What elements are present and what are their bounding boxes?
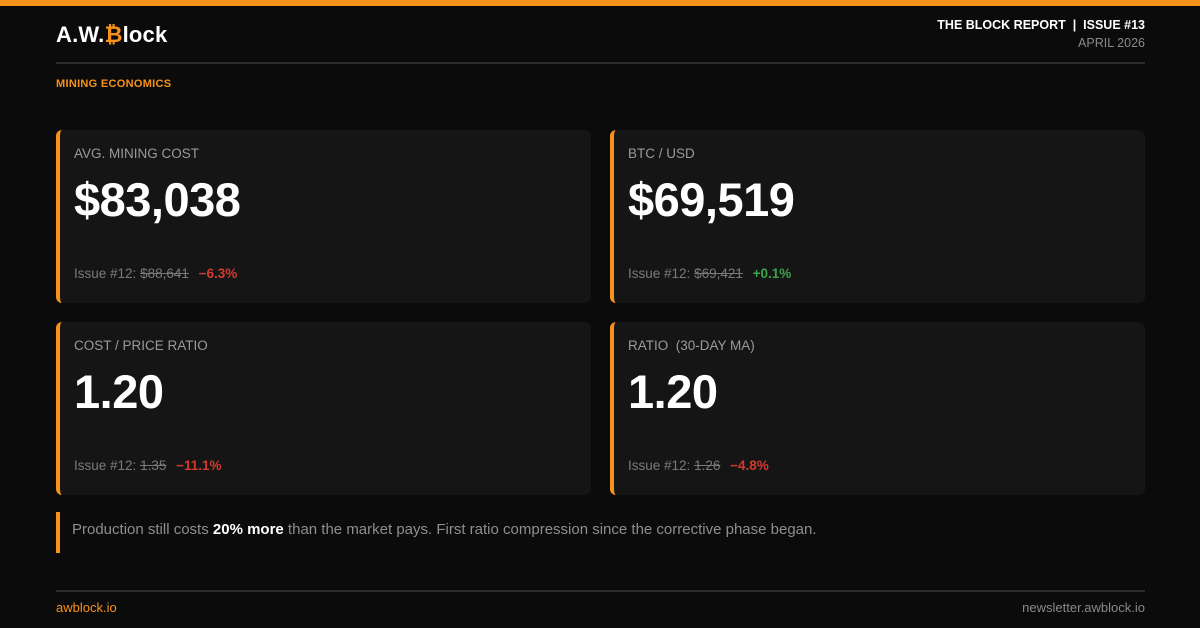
section-label: MINING ECONOMICS: [56, 78, 172, 90]
summary-text: Production still costs 20% more than the…: [72, 521, 817, 538]
report-title: THE BLOCK REPORT | ISSUE #13: [937, 18, 1145, 32]
summary-text-after: than the market pays. First ratio compre…: [283, 521, 817, 538]
previous-value: 1.35: [140, 458, 167, 473]
metric-card-mining-cost: AVG. MINING COST $83,038 Issue #12: $88,…: [56, 130, 591, 303]
report-date: APRIL 2026: [1078, 36, 1145, 50]
metric-card-ratio-30day-ma: RATIO (30-DAY MA) 1.20 Issue #12: 1.26 −…: [610, 322, 1145, 495]
metric-label: COST / PRICE RATIO: [74, 338, 208, 353]
previous-issue-label: Issue #12:: [74, 458, 137, 473]
bitcoin-icon: ₿: [104, 22, 123, 47]
metric-label: RATIO (30-DAY MA): [628, 338, 755, 353]
previous-issue-label: Issue #12:: [628, 458, 691, 473]
page-header: A.W.₿lock THE BLOCK REPORT | ISSUE #13 A…: [56, 6, 1145, 63]
logo-prefix: A.W.: [56, 22, 105, 47]
brand-logo[interactable]: A.W.₿lock: [56, 22, 167, 48]
metric-card-cost-price-ratio: COST / PRICE RATIO 1.20 Issue #12: 1.35 …: [56, 322, 591, 495]
metric-label: AVG. MINING COST: [74, 146, 200, 161]
metric-value: 1.20: [74, 365, 164, 418]
metric-value: 1.20: [628, 365, 718, 418]
footer-newsletter-link[interactable]: newsletter.awblock.io: [1022, 600, 1145, 615]
metric-previous: Issue #12: 1.26 −4.8%: [628, 458, 769, 473]
metric-value: $69,519: [628, 173, 795, 226]
summary-emphasis: 20% more: [212, 521, 284, 538]
header-divider: [56, 62, 1145, 64]
change-percent: +0.1%: [752, 266, 792, 281]
summary-text-before: Production still costs: [72, 521, 213, 538]
logo-suffix: lock: [122, 22, 168, 47]
metric-value: $83,038: [74, 173, 241, 226]
metric-card-btc-usd: BTC / USD $69,519 Issue #12: $69,421 +0.…: [610, 130, 1145, 303]
previous-value: 1.26: [694, 458, 721, 473]
previous-value: $69,421: [694, 266, 743, 281]
previous-issue-label: Issue #12:: [628, 266, 691, 281]
change-percent: −4.8%: [730, 458, 769, 473]
previous-value: $88,641: [140, 266, 189, 281]
footer-divider: [56, 590, 1145, 592]
metric-label: BTC / USD: [628, 146, 695, 161]
summary-note: Production still costs 20% more than the…: [56, 512, 1145, 553]
metric-previous: Issue #12: 1.35 −11.1%: [74, 458, 222, 473]
change-percent: −6.3%: [198, 266, 238, 281]
metric-previous: Issue #12: $69,421 +0.1%: [628, 266, 791, 281]
previous-issue-label: Issue #12:: [74, 266, 137, 281]
metric-previous: Issue #12: $88,641 −6.3%: [74, 266, 237, 281]
change-percent: −11.1%: [176, 458, 222, 473]
footer-site-link[interactable]: awblock.io: [56, 600, 117, 615]
